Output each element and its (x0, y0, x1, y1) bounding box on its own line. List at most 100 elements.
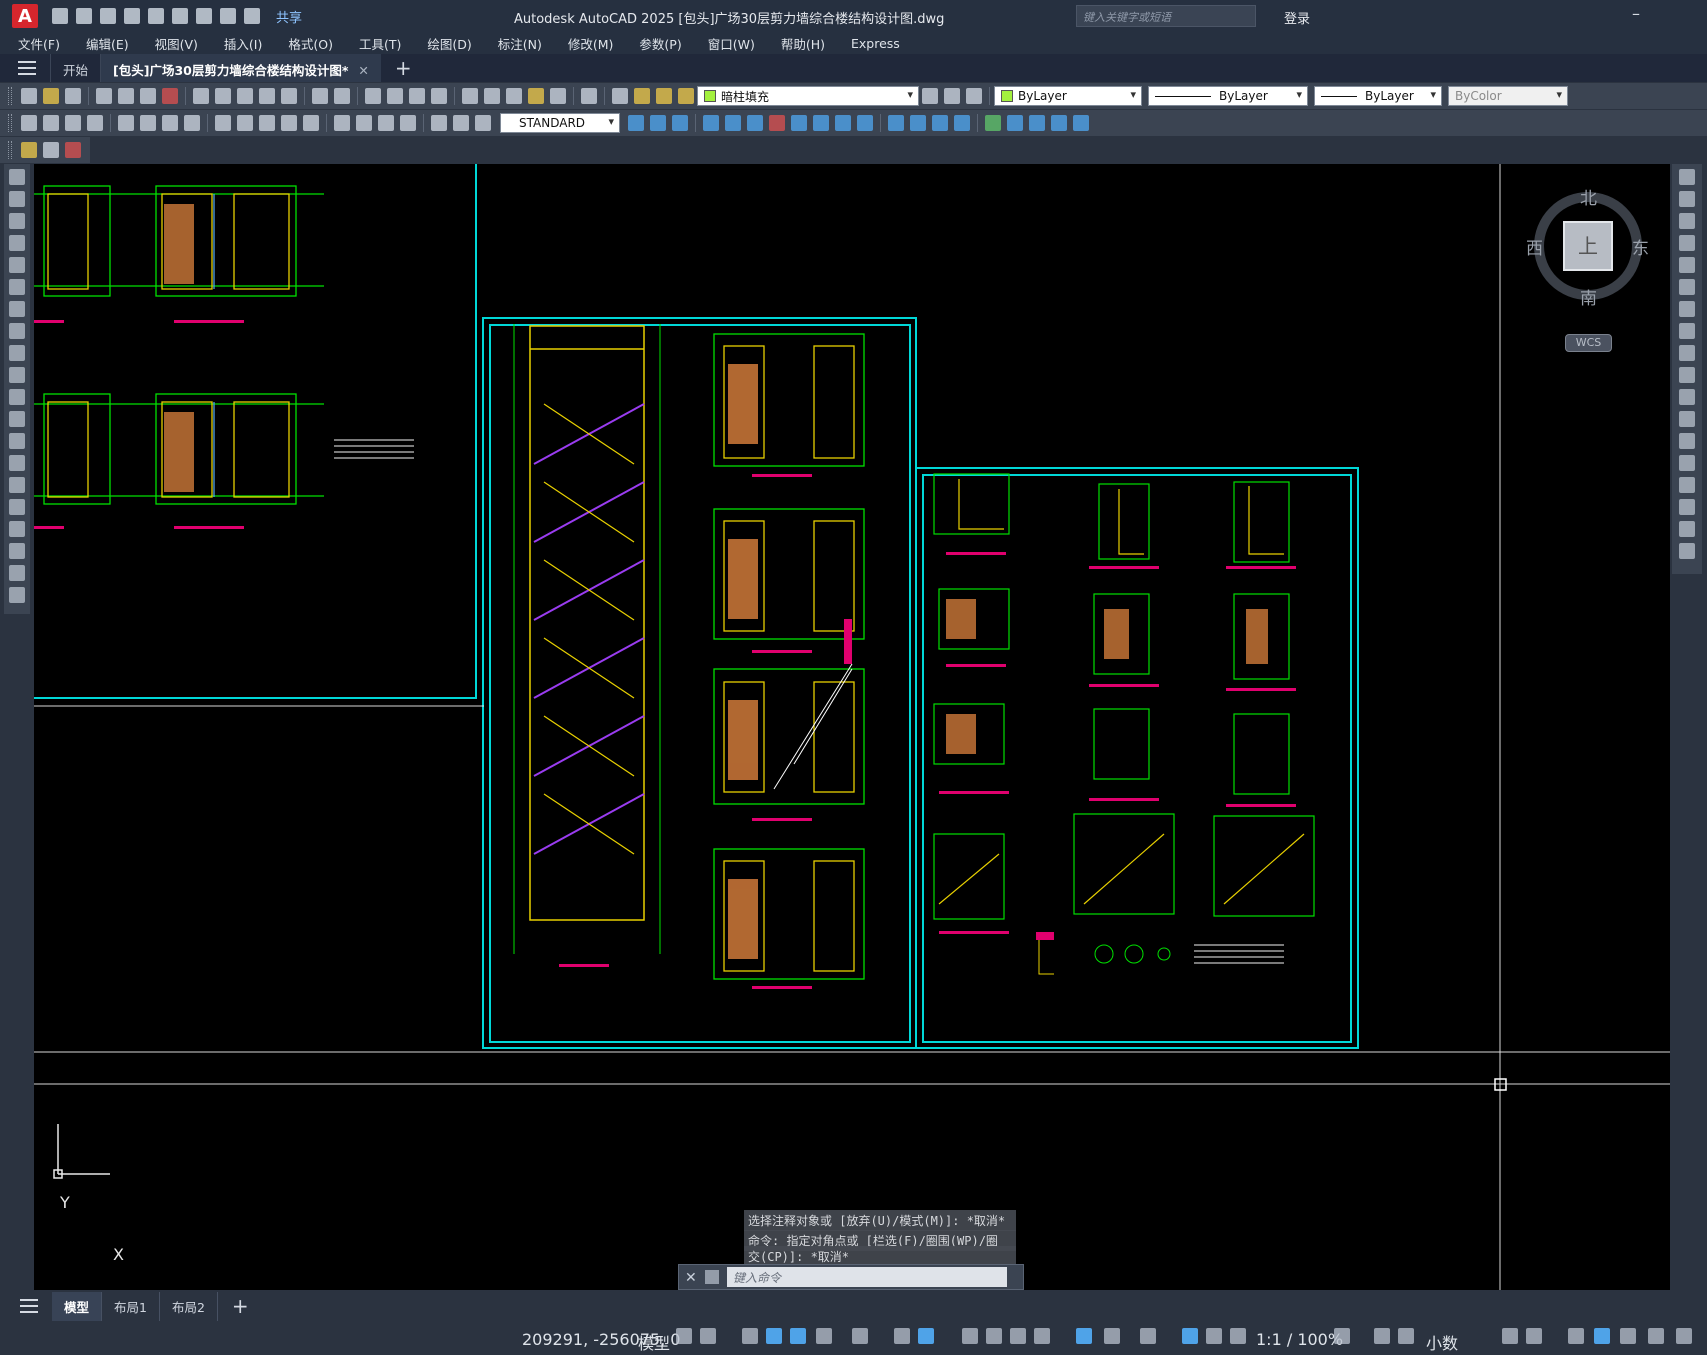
dimension-edit-icon[interactable] (431, 115, 447, 131)
plotstyle-dropdown[interactable]: ByColor ▾ (1448, 86, 1568, 106)
stretch-icon[interactable] (813, 115, 829, 131)
menu-dimension[interactable]: 标注(N) (498, 34, 542, 53)
layer-on-icon[interactable] (634, 88, 650, 104)
join-icon[interactable] (910, 115, 926, 131)
compass-north[interactable]: 北 (1580, 184, 1597, 209)
multiline-text-icon[interactable] (9, 565, 25, 581)
dynamic-input-icon[interactable] (766, 1328, 782, 1344)
ellipse-arc-icon[interactable] (9, 389, 25, 405)
compass-south[interactable]: 南 (1580, 284, 1597, 309)
blend-icon[interactable] (1051, 115, 1067, 131)
block-editor-icon[interactable] (281, 88, 297, 104)
tab-drawing[interactable]: [包头]广场30层剪力墙综合楼结构设计图* ✕ (100, 54, 381, 82)
trim-icon[interactable] (835, 115, 851, 131)
lock-ui-icon[interactable] (1526, 1328, 1542, 1344)
array-icon[interactable] (703, 115, 719, 131)
new-icon[interactable] (21, 88, 37, 104)
scale-icon[interactable] (791, 115, 807, 131)
open-file-icon[interactable] (76, 8, 92, 24)
trim-icon[interactable] (1679, 367, 1695, 383)
jogged-icon[interactable] (140, 115, 156, 131)
print-icon[interactable] (196, 8, 212, 24)
wcs-menu-button[interactable]: WCS (1565, 334, 1612, 352)
menu-help[interactable]: 帮助(H) (781, 34, 825, 53)
3d-osnap-icon[interactable] (1034, 1328, 1050, 1344)
calculator-icon[interactable] (550, 88, 566, 104)
fillet-icon[interactable] (1679, 499, 1695, 515)
erase-icon[interactable] (769, 115, 785, 131)
menu-file[interactable]: 文件(F) (18, 34, 60, 53)
quick-dimension-icon[interactable] (215, 115, 231, 131)
annotation-scale[interactable]: 1:1 / 100% (1256, 1330, 1343, 1349)
paste-icon[interactable] (237, 88, 253, 104)
compass-east[interactable]: 东 (1632, 234, 1649, 259)
sheet-publish-icon[interactable] (65, 142, 81, 158)
save-icon[interactable] (100, 8, 116, 24)
spline-icon[interactable] (9, 345, 25, 361)
tool-palettes-icon[interactable] (506, 88, 522, 104)
ungroup-icon[interactable] (1029, 115, 1045, 131)
layer-properties-icon[interactable] (612, 88, 628, 104)
break-icon[interactable] (888, 115, 904, 131)
cut-icon[interactable] (193, 88, 209, 104)
open-web-icon[interactable] (148, 8, 164, 24)
group-icon[interactable] (1007, 115, 1023, 131)
save-as-icon[interactable] (124, 8, 140, 24)
make-block-icon[interactable] (9, 433, 25, 449)
tolerance-icon[interactable] (334, 115, 350, 131)
object-snap-icon[interactable] (918, 1328, 934, 1344)
stretch-icon[interactable] (1679, 345, 1695, 361)
construction-line-icon[interactable] (9, 191, 25, 207)
arc-length-icon[interactable] (65, 115, 81, 131)
undo-icon[interactable] (220, 8, 236, 24)
auto-scale-icon[interactable] (1206, 1328, 1222, 1344)
selection-cycling-icon[interactable] (1010, 1328, 1026, 1344)
copy-icon[interactable] (215, 88, 231, 104)
redo-icon[interactable] (244, 8, 260, 24)
add-selected-icon[interactable] (9, 587, 25, 603)
mirror-icon[interactable] (650, 115, 666, 131)
ortho-icon[interactable] (790, 1328, 806, 1344)
menu-format[interactable]: 格式(O) (288, 34, 333, 53)
share-button[interactable]: 共享 (276, 7, 302, 26)
inspection-icon[interactable] (378, 115, 394, 131)
layout-menu-icon[interactable] (20, 1299, 38, 1313)
break-icon[interactable] (1679, 433, 1695, 449)
app-logo-icon[interactable]: A (12, 4, 38, 28)
toolbar-grip[interactable] (8, 141, 12, 159)
extend-icon[interactable] (1679, 389, 1695, 405)
lineweight-dropdown[interactable]: ByLayer ▾ (1314, 86, 1442, 106)
grid-icon[interactable] (676, 1328, 692, 1344)
menu-express[interactable]: Express (851, 36, 900, 51)
scale-icon[interactable] (1679, 323, 1695, 339)
line-icon[interactable] (9, 169, 25, 185)
clean-screen-icon[interactable] (1620, 1328, 1636, 1344)
dimension-style-dropdown[interactable]: STANDARD ▾ (500, 113, 620, 133)
dimension-text-edit-icon[interactable] (453, 115, 469, 131)
menu-view[interactable]: 视图(V) (155, 34, 198, 53)
tab-layout1[interactable]: 布局1 (102, 1291, 160, 1321)
sheet-edit-icon[interactable] (21, 142, 37, 158)
table-icon[interactable] (9, 543, 25, 559)
search-input[interactable]: 键入关键字或短语 (1076, 5, 1256, 27)
viewcube-top-face[interactable]: 上 (1563, 221, 1613, 271)
menu-edit[interactable]: 编辑(E) (86, 34, 129, 53)
chamfer-icon[interactable] (932, 115, 948, 131)
linetype-dropdown[interactable]: ByLayer ▾ (1148, 86, 1308, 106)
mirror-icon[interactable] (1679, 213, 1695, 229)
menu-parametric[interactable]: 参数(P) (639, 34, 681, 53)
add-layout-icon[interactable]: + (232, 1294, 249, 1318)
match-properties-icon[interactable] (259, 88, 275, 104)
help-icon[interactable] (581, 88, 597, 104)
explode-icon[interactable] (1679, 543, 1695, 559)
customization-menu-icon[interactable] (1676, 1328, 1692, 1344)
tab-model[interactable]: 模型 (52, 1291, 103, 1321)
graphics-performance-icon[interactable] (1594, 1328, 1610, 1344)
linear-dimension-icon[interactable] (21, 115, 37, 131)
copy-icon[interactable] (1679, 191, 1695, 207)
rectangle-icon[interactable] (9, 257, 25, 273)
point-icon[interactable] (9, 455, 25, 471)
menu-tools[interactable]: 工具(T) (359, 34, 401, 53)
gradient-icon[interactable] (9, 499, 25, 515)
rotate-icon[interactable] (1679, 301, 1695, 317)
